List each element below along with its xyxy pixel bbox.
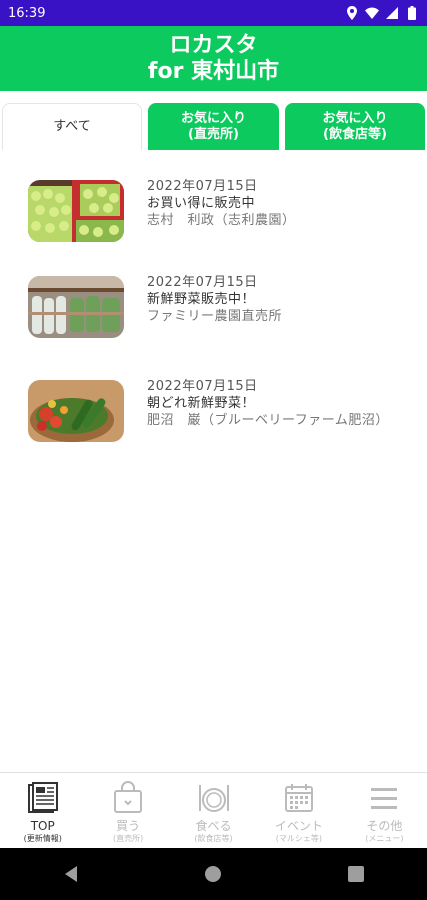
nav-buy-sublabel: (直売所) [112,834,144,843]
feed-date: 2022年07月15日 [147,179,258,194]
shopping-bag-icon [114,781,143,813]
recents-icon [347,866,364,882]
feed-item[interactable]: 2022年07月15日 朝どれ新鮮野菜！ 肥沼 巌（ブルーベリーファーム肥沼） [0,350,427,442]
feed-item-text: 2022年07月15日 お買い得に販売中 志村 利政（志利農園） [147,178,417,229]
feed-thumbnail-vegetable-shelves [28,276,124,338]
feed-heading: お買い得に販売中 [147,196,256,211]
feed-shop-name: 肥沼 巌（ブルーベリーファーム肥沼） [147,413,389,428]
calendar-icon [284,784,313,812]
tab-favorite-direct-sale-label: お気に入り [180,110,246,126]
nav-event[interactable]: イベント (マルシェ等) [256,773,341,848]
recents-button[interactable] [336,854,376,894]
back-button[interactable] [51,854,91,894]
app-header: ロカスタ for 東村山市 [0,26,427,91]
feed-item[interactable]: 2022年07月15日 新鮮野菜販売中！ ファミリー農園直売所 [0,246,427,338]
feed-heading: 新鮮野菜販売中！ [147,292,256,307]
feed-heading: 朝どれ新鮮野菜！ [147,396,256,411]
menu-icon [371,788,398,809]
tab-favorite-restaurants-label: お気に入り [322,110,388,126]
nav-other-sublabel: (メニュー) [365,834,404,843]
nav-other[interactable]: その他 (メニュー) [342,773,427,848]
app-subtitle: for 東村山市 [147,58,280,84]
feed-thumbnail-green-fruit-crates [28,180,124,242]
bottom-nav: TOP (更新情報) 買う (直売所) 食べる (飲食店等) イベント (マルシ… [0,772,427,848]
nav-top-label: TOP [30,819,55,833]
home-icon [205,866,222,882]
tab-favorite-restaurants[interactable]: お気に入り (飲食店等) [285,103,425,150]
feed-item-text: 2022年07月15日 新鮮野菜販売中！ ファミリー農園直売所 [147,274,417,325]
feed-date: 2022年07月15日 [147,275,258,290]
battery-icon [405,6,419,20]
feed-shop-name: ファミリー農園直売所 [147,309,283,324]
nav-eat[interactable]: 食べる (飲食店等) [171,773,256,848]
feed-item[interactable]: 2022年07月15日 お買い得に販売中 志村 利政（志利農園） [0,150,427,242]
nav-buy-label: 買う [116,819,141,833]
nav-event-label: イベント [274,819,323,833]
status-time: 16:39 [8,5,46,21]
signal-icon [385,6,399,20]
back-icon [65,866,78,882]
feed-date: 2022年07月15日 [147,379,258,394]
feed-item-text: 2022年07月15日 朝どれ新鮮野菜！ 肥沼 巌（ブルーベリーファーム肥沼） [147,378,417,429]
tab-favorite-direct-sale[interactable]: お気に入り (直売所) [148,103,279,150]
plate-cutlery-icon [198,785,229,812]
home-button[interactable] [193,854,233,894]
feed-shop-name: 志村 利政（志利農園） [147,213,296,228]
nav-other-label: その他 [366,819,403,833]
status-bar: 16:39 [0,0,427,26]
status-icons [345,6,419,20]
nav-top[interactable]: TOP (更新情報) [0,773,85,848]
app-title: ロカスタ [169,32,258,58]
tab-all[interactable]: すべて [2,103,142,150]
wifi-icon [365,6,379,20]
nav-eat-sublabel: (飲食店等) [194,834,233,843]
nav-event-sublabel: (マルシェ等) [275,834,323,843]
nav-top-sublabel: (更新情報) [23,834,62,843]
system-nav-bar [0,848,427,900]
newspaper-icon [27,782,58,813]
nav-eat-label: 食べる [195,819,232,833]
tab-strip: すべて お気に入り (直売所) お気に入り (飲食店等) [0,91,427,150]
feed-thumbnail-vegetable-basket [28,380,124,442]
tab-favorite-restaurants-sublabel: (飲食店等) [323,126,387,142]
tab-favorite-direct-sale-sublabel: (直売所) [188,126,239,142]
tab-all-label: すべて [53,119,91,134]
nav-buy[interactable]: 買う (直売所) [85,773,170,848]
location-icon [345,6,359,20]
